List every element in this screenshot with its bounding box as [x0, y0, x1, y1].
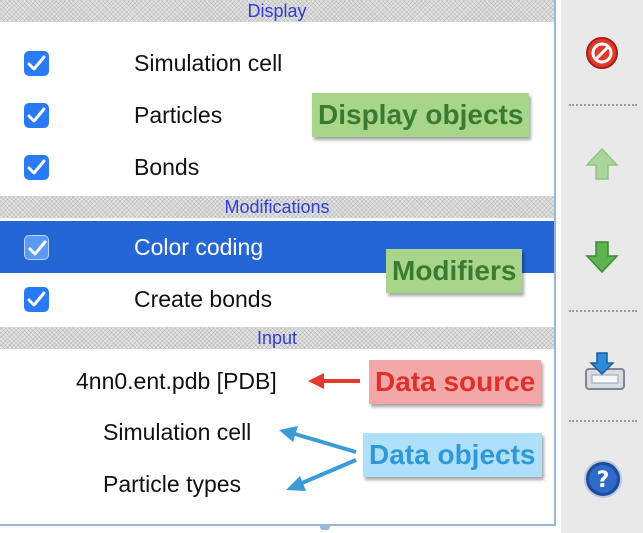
list-item-label: Simulation cell — [134, 50, 283, 76]
list-item-label: Particles — [134, 102, 223, 128]
save-button[interactable] — [561, 337, 643, 397]
list-item-label: Color coding — [134, 234, 264, 260]
data-object-simulation-cell[interactable]: Simulation cell — [103, 417, 251, 447]
annotation-modifiers: Modifiers — [386, 249, 523, 293]
delete-icon — [586, 37, 618, 69]
help-icon: ? — [584, 460, 622, 498]
section-header-input: Input — [0, 327, 554, 349]
move-down-icon — [585, 241, 619, 274]
resize-handle[interactable] — [320, 524, 330, 530]
checkbox[interactable] — [24, 51, 49, 76]
toolbar-separator — [569, 104, 637, 106]
annotation-data-objects: Data objects — [363, 433, 542, 477]
help-button[interactable]: ? — [561, 447, 643, 507]
move-up-button[interactable] — [561, 133, 643, 193]
list-item-simulation-cell[interactable]: Simulation cell — [0, 37, 554, 89]
list-item-label: Bonds — [134, 154, 200, 180]
list-item-label: Create bonds — [134, 286, 273, 312]
checkbox[interactable] — [24, 287, 49, 312]
move-up-icon — [585, 147, 619, 180]
move-down-button[interactable] — [561, 226, 643, 286]
data-source-item[interactable]: 4nn0.ent.pdb [PDB] — [76, 366, 277, 396]
toolbar-separator — [569, 420, 637, 422]
annotation-data-source: Data source — [369, 360, 542, 404]
section-header-modifications: Modifications — [0, 196, 554, 218]
pipeline-toolbar: ? — [561, 0, 643, 533]
checkbox[interactable] — [24, 235, 49, 260]
svg-text:?: ? — [597, 468, 610, 493]
delete-button[interactable] — [561, 22, 643, 82]
checkbox[interactable] — [24, 103, 49, 128]
data-object-particle-types[interactable]: Particle types — [103, 469, 241, 499]
toolbar-separator — [569, 310, 637, 312]
section-header-display: Display — [0, 0, 554, 22]
checkbox[interactable] — [24, 155, 49, 180]
annotation-display-objects: Display objects — [312, 93, 530, 137]
list-item-bonds[interactable]: Bonds — [0, 141, 554, 193]
save-icon — [585, 352, 625, 390]
